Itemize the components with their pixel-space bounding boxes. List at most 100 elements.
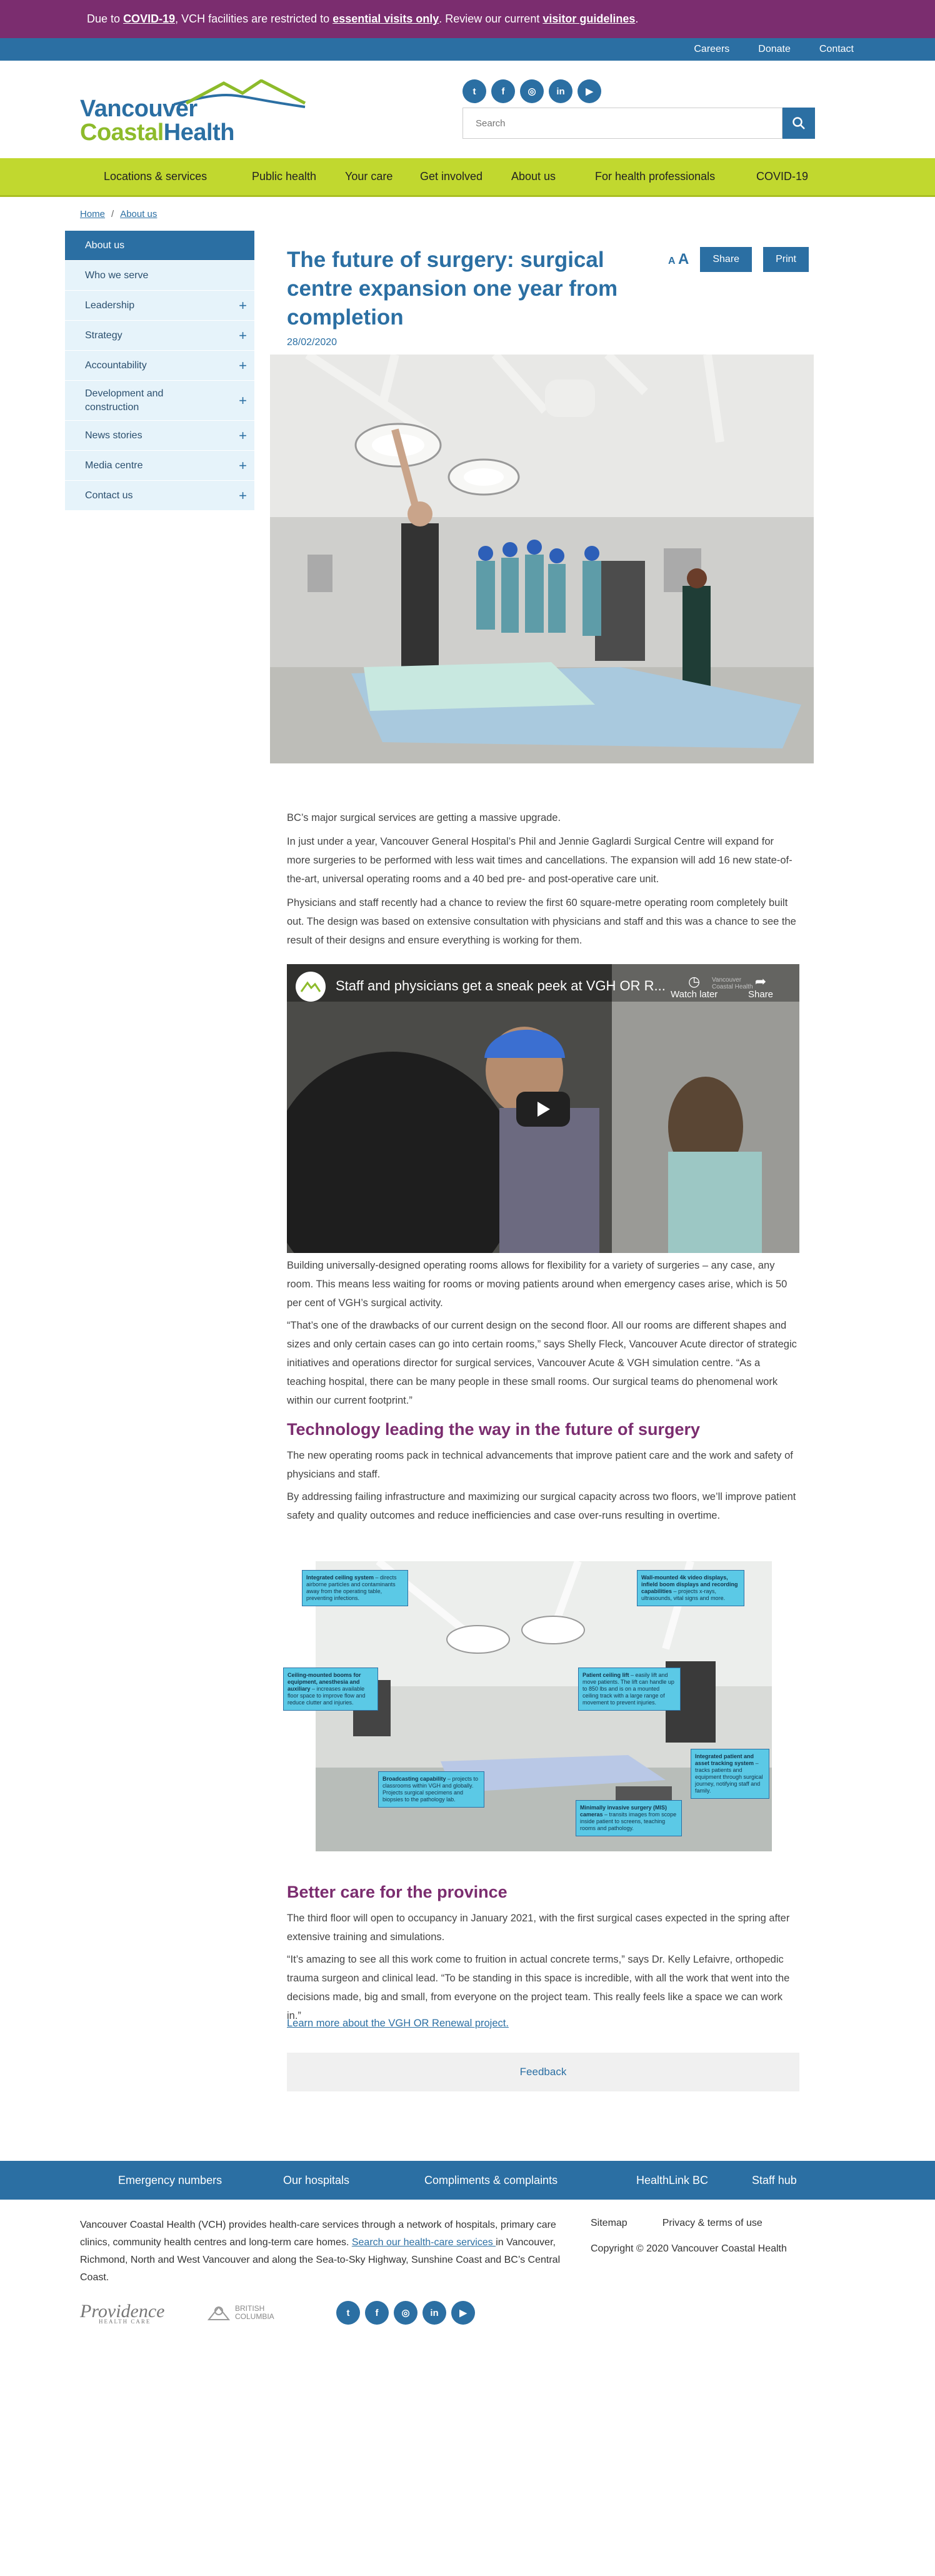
nav-locations-services[interactable]: Locations & services (104, 170, 252, 183)
footer-our-hospitals[interactable]: Our hospitals (283, 2174, 424, 2187)
careers-link[interactable]: Careers (694, 44, 729, 55)
annotated-operating-room-image: Integrated ceiling system – directs airb… (283, 1561, 772, 1851)
search-services-link[interactable]: Search our health-care services (352, 2237, 496, 2248)
main-navigation: Locations & services Public health Your … (0, 158, 935, 197)
footer-emergency-numbers[interactable]: Emergency numbers (118, 2174, 283, 2187)
sidebar-item-news-stories[interactable]: News stories + (65, 421, 254, 451)
callout-mis-cameras: Minimally invasive surgery (MIS) cameras… (576, 1800, 682, 1836)
expand-plus-icon[interactable]: + (239, 298, 247, 314)
logo-text-line2: CoastalHealth (80, 119, 234, 146)
nav-covid-19[interactable]: COVID-19 (756, 170, 808, 183)
footer-description: Vancouver Coastal Health (VCH) provides … (80, 2220, 561, 2283)
sidebar-item-development-construction[interactable]: Development and construction + (65, 381, 254, 421)
channel-watermark: Vancouver Coastal Health (712, 977, 753, 990)
visitor-guidelines-link[interactable]: visitor guidelines (542, 13, 635, 26)
search-button[interactable] (782, 108, 815, 139)
paragraph: The third floor will open to occupancy i… (287, 1913, 790, 1943)
sidebar-item-strategy[interactable]: Strategy + (65, 321, 254, 351)
paragraph: In just under a year, Vancouver General … (287, 836, 792, 885)
sidebar-item-media-centre[interactable]: Media centre + (65, 451, 254, 481)
expand-plus-icon[interactable]: + (239, 328, 247, 344)
sidebar-item-contact-us[interactable]: Contact us + (65, 481, 254, 511)
breadcrumb: Home / About us (80, 208, 158, 219)
channel-avatar[interactable] (296, 972, 326, 1002)
footer-staff-hub[interactable]: Staff hub (752, 2174, 797, 2187)
page-title: The future of surgery: surgical centre e… (287, 248, 618, 330)
footer-compliments-complaints[interactable]: Compliments & complaints (424, 2174, 636, 2187)
expand-plus-icon[interactable]: + (239, 393, 247, 409)
contact-link[interactable]: Contact (819, 44, 854, 55)
linkedin-icon[interactable]: in (422, 2301, 446, 2325)
essential-visits-link[interactable]: essential visits only (332, 13, 439, 26)
covid-link[interactable]: COVID-19 (123, 13, 175, 26)
paragraph: BC’s major surgical services are getting… (287, 812, 561, 823)
footer-links: Sitemap Privacy & terms of use (591, 2218, 762, 2229)
providence-logo[interactable]: Providence HEALTH CARE (80, 2301, 164, 2325)
section-heading: Better care for the province (287, 1883, 508, 1901)
twitter-icon[interactable]: t (462, 79, 486, 103)
facebook-icon[interactable]: f (365, 2301, 389, 2325)
clock-icon: ◷ (688, 974, 701, 989)
video-title[interactable]: Staff and physicians get a sneak peek at… (336, 978, 666, 994)
feedback-button[interactable]: Feedback (287, 2053, 799, 2091)
callout-tracking-system: Integrated patient and asset tracking sy… (691, 1749, 769, 1799)
paragraph: Building universally-designed operating … (287, 1260, 788, 1309)
expand-plus-icon[interactable]: + (239, 458, 247, 474)
nav-get-involved[interactable]: Get involved (420, 170, 511, 183)
facebook-icon[interactable]: f (491, 79, 515, 103)
breadcrumb-about-us[interactable]: About us (120, 209, 157, 219)
search-input[interactable] (462, 108, 782, 139)
expand-plus-icon[interactable]: + (239, 358, 247, 374)
nav-about-us[interactable]: About us (511, 170, 595, 183)
youtube-icon[interactable]: ▶ (451, 2301, 475, 2325)
covid-alert-banner: Due to COVID-19, VCH facilities are rest… (0, 0, 935, 38)
instagram-icon[interactable]: ◎ (520, 79, 544, 103)
callout-wall-displays: Wall-mounted 4k video displays, infield … (637, 1570, 744, 1606)
font-size-toggle[interactable]: A A (668, 251, 689, 268)
paragraph: “That’s one of the drawbacks of our curr… (287, 1320, 797, 1406)
vch-logo[interactable]: Vancouver CoastalHealth (80, 79, 318, 146)
play-button[interactable] (516, 1092, 570, 1127)
callout-integrated-ceiling: Integrated ceiling system – directs airb… (302, 1570, 408, 1606)
footer-navigation: Emergency numbers Our hospitals Complime… (0, 2161, 935, 2200)
bc-crest-icon (207, 2306, 231, 2320)
utility-bar: Careers Donate Contact (0, 38, 935, 61)
paragraph: By addressing failing infrastructure and… (287, 1491, 796, 1521)
breadcrumb-home[interactable]: Home (80, 209, 105, 219)
instagram-icon[interactable]: ◎ (394, 2301, 418, 2325)
twitter-icon[interactable]: t (336, 2301, 360, 2325)
nav-your-care[interactable]: Your care (345, 170, 420, 183)
article-date: 28/02/2020 (287, 337, 338, 348)
header-social-links: t f ◎ in ▶ (462, 79, 601, 103)
sidebar-item-who-we-serve[interactable]: Who we serve (65, 261, 254, 291)
youtube-icon[interactable]: ▶ (578, 79, 601, 103)
sidebar-item-about-us[interactable]: About us (65, 231, 254, 261)
sitemap-link[interactable]: Sitemap (591, 2218, 628, 2229)
expand-plus-icon[interactable]: + (239, 488, 247, 504)
operating-room-photo (270, 355, 814, 763)
linkedin-icon[interactable]: in (549, 79, 572, 103)
sidebar-item-accountability[interactable]: Accountability + (65, 351, 254, 381)
share-button[interactable]: Share (700, 247, 752, 272)
expand-plus-icon[interactable]: + (239, 428, 247, 444)
search-bar (462, 108, 815, 139)
privacy-terms-link[interactable]: Privacy & terms of use (662, 2218, 762, 2229)
watch-later-button[interactable]: ◷ Watch later (671, 974, 718, 1000)
british-columbia-logo[interactable]: BRITISH COLUMBIA (206, 2303, 274, 2322)
learn-more-link[interactable]: Learn more about the VGH OR Renewal proj… (287, 2014, 799, 2033)
nav-health-professionals[interactable]: For health professionals (595, 170, 756, 183)
sidebar-item-leadership[interactable]: Leadership + (65, 291, 254, 321)
video-player[interactable]: Staff and physicians get a sneak peek at… (287, 964, 799, 1253)
donate-link[interactable]: Donate (758, 44, 791, 55)
article-tools: A A Share Print (668, 247, 809, 272)
callout-broadcasting: Broadcasting capability – projects to cl… (378, 1771, 484, 1808)
nav-public-health[interactable]: Public health (252, 170, 345, 183)
paragraph: The new operating rooms pack in technica… (287, 1450, 793, 1480)
footer-social-links: t f ◎ in ▶ (336, 2301, 475, 2325)
print-button[interactable]: Print (763, 247, 809, 272)
copyright: Copyright © 2020 Vancouver Coastal Healt… (591, 2243, 787, 2254)
section-heading: Technology leading the way in the future… (287, 1420, 701, 1439)
callout-ceiling-booms: Ceiling-mounted booms for equipment, ane… (283, 1668, 378, 1711)
logo-text-line1: Vancouver (80, 96, 198, 122)
footer-healthlink-bc[interactable]: HealthLink BC (636, 2174, 752, 2187)
